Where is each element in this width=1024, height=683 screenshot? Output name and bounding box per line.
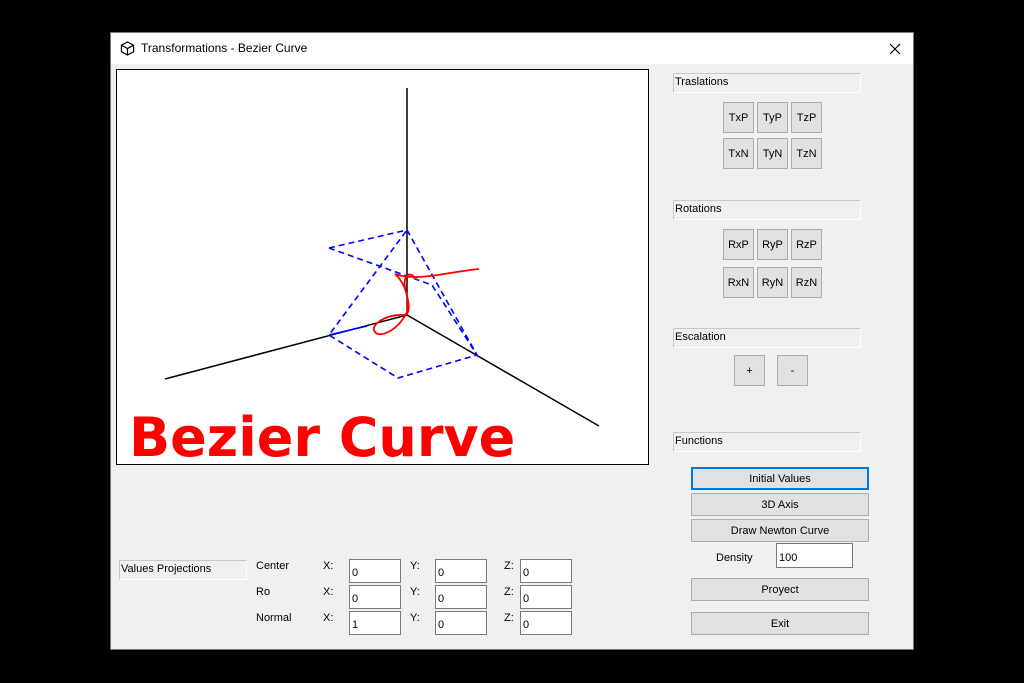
center-z-field[interactable] xyxy=(520,559,572,583)
close-button[interactable] xyxy=(877,33,913,64)
ty-positive-button[interactable]: TyP xyxy=(757,102,788,133)
projections-group-label: Values Projections xyxy=(119,560,247,580)
proyect-button[interactable]: Proyect xyxy=(691,578,869,601)
bezier-scene: Bezier Curve xyxy=(129,88,600,464)
exit-button[interactable]: Exit xyxy=(691,612,869,635)
ro-z-field[interactable] xyxy=(520,585,572,609)
center-y-label: Y: xyxy=(410,560,420,572)
close-icon xyxy=(889,43,901,54)
title-bar: Transformations - Bezier Curve xyxy=(111,33,913,64)
window-title: Transformations - Bezier Curve xyxy=(141,41,308,55)
normal-z-label: Z: xyxy=(504,612,514,624)
rotations-group-label: Rotations xyxy=(673,200,861,220)
center-x-field[interactable] xyxy=(349,559,401,583)
ro-z-label: Z: xyxy=(504,586,514,598)
ro-y-label: Y: xyxy=(410,586,420,598)
tz-negative-button[interactable]: TzN xyxy=(791,138,822,169)
density-field[interactable] xyxy=(776,543,853,568)
escalation-group-label: Escalation xyxy=(673,328,861,348)
ry-negative-button[interactable]: RyN xyxy=(757,267,788,298)
scale-down-button[interactable]: - xyxy=(777,355,808,386)
normal-x-label: X: xyxy=(323,612,334,624)
tx-negative-button[interactable]: TxN xyxy=(723,138,754,169)
center-row-label: Center xyxy=(256,560,290,572)
axis-left xyxy=(164,314,408,380)
ro-x-label: X: xyxy=(323,586,334,598)
normal-row-label: Normal xyxy=(256,612,292,624)
ro-x-field[interactable] xyxy=(349,585,401,609)
ro-row-label: Ro xyxy=(256,586,271,598)
center-z-label: Z: xyxy=(504,560,514,572)
tx-positive-button[interactable]: TxP xyxy=(723,102,754,133)
functions-group-label: Functions xyxy=(673,432,861,452)
density-label: Density xyxy=(716,552,753,564)
plane-back-edges xyxy=(328,247,478,356)
initial-values-button[interactable]: Initial Values xyxy=(691,467,869,490)
draw-newton-curve-button[interactable]: Draw Newton Curve xyxy=(691,519,869,542)
translations-group-label: Traslations xyxy=(673,73,861,93)
normal-x-field[interactable] xyxy=(349,611,401,635)
cube-icon xyxy=(120,41,135,56)
projection-plane xyxy=(327,228,479,379)
normal-z-field[interactable] xyxy=(520,611,572,635)
ty-negative-button[interactable]: TyN xyxy=(757,138,788,169)
rx-positive-button[interactable]: RxP xyxy=(723,229,754,260)
scale-up-button[interactable]: + xyxy=(734,355,765,386)
normal-y-field[interactable] xyxy=(435,611,487,635)
ry-positive-button[interactable]: RyP xyxy=(757,229,788,260)
3d-axis-button[interactable]: 3D Axis xyxy=(691,493,869,516)
normal-y-label: Y: xyxy=(410,612,420,624)
drawing-canvas: Bezier Curve xyxy=(116,69,649,465)
plane-solid-edge xyxy=(328,325,368,336)
center-x-label: X: xyxy=(323,560,334,572)
banner-text: Bezier Curve xyxy=(129,406,515,464)
ro-y-field[interactable] xyxy=(435,585,487,609)
plane-diagonal xyxy=(328,229,408,249)
rz-negative-button[interactable]: RzN xyxy=(791,267,822,298)
rz-positive-button[interactable]: RzP xyxy=(791,229,822,260)
app-window: Transformations - Bezier Curve Bezier Cu… xyxy=(110,32,914,650)
center-y-field[interactable] xyxy=(435,559,487,583)
tz-positive-button[interactable]: TzP xyxy=(791,102,822,133)
bezier-curve xyxy=(372,268,480,336)
rx-negative-button[interactable]: RxN xyxy=(723,267,754,298)
